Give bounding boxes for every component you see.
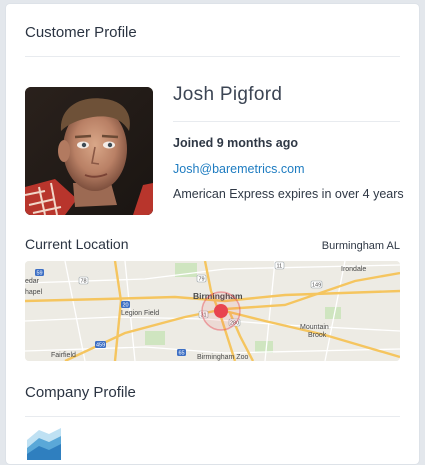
current-location-title: Current Location	[25, 236, 129, 252]
map-label-fairfield: Fairfield	[51, 352, 76, 359]
highway-shield-149: 149	[310, 280, 323, 289]
svg-text:78: 78	[81, 279, 87, 285]
map-label-birmingham-zoo: Birmingham Zoo	[197, 354, 248, 361]
joined-text: Joined 9 months ago	[173, 136, 299, 150]
location-city: Burmingham AL	[321, 240, 400, 252]
highway-shield-78: 78	[78, 276, 89, 285]
svg-text:149: 149	[312, 283, 321, 289]
customer-name: Josh Pigford	[173, 84, 283, 105]
svg-text:79: 79	[199, 277, 205, 283]
map-pin-icon	[214, 304, 228, 318]
name-divider	[173, 121, 400, 122]
svg-text:11: 11	[277, 264, 283, 270]
highway-shield-59: 59	[35, 269, 44, 277]
highway-shield-11: 11	[274, 261, 285, 270]
avatar	[25, 87, 153, 215]
svg-text:59: 59	[37, 271, 43, 277]
map-label-irondale: Irondale	[341, 266, 366, 273]
park-area	[145, 331, 165, 345]
highway-shield-79: 79	[196, 274, 207, 283]
map-label-cedar: edar	[25, 278, 40, 285]
location-map[interactable]: edar hapel Birmingham Legion Field Mount…	[25, 261, 400, 361]
highway-shield-65: 65	[177, 349, 186, 357]
highway-shield-20: 20	[121, 301, 130, 309]
customer-profile-title: Customer Profile	[25, 24, 137, 41]
customer-profile-divider	[25, 56, 400, 57]
company-profile-divider	[25, 416, 400, 417]
company-logo-icon	[25, 426, 63, 460]
map-label-legion-field: Legion Field	[121, 310, 159, 317]
profile-card: Customer Profile Josh Pigford Joined 9 m…	[6, 4, 419, 464]
svg-text:20: 20	[123, 303, 129, 309]
email-link[interactable]: Josh@baremetrics.com	[173, 162, 304, 176]
svg-text:459: 459	[96, 343, 105, 349]
card-expiry-text: American Express expires in over 4 years	[173, 187, 404, 201]
highway-shield-459: 459	[95, 341, 106, 349]
svg-text:65: 65	[179, 351, 185, 357]
park-area	[255, 341, 273, 353]
park-area	[325, 307, 341, 319]
company-profile-title: Company Profile	[25, 384, 136, 401]
map-label-hapel: hapel	[25, 289, 43, 296]
